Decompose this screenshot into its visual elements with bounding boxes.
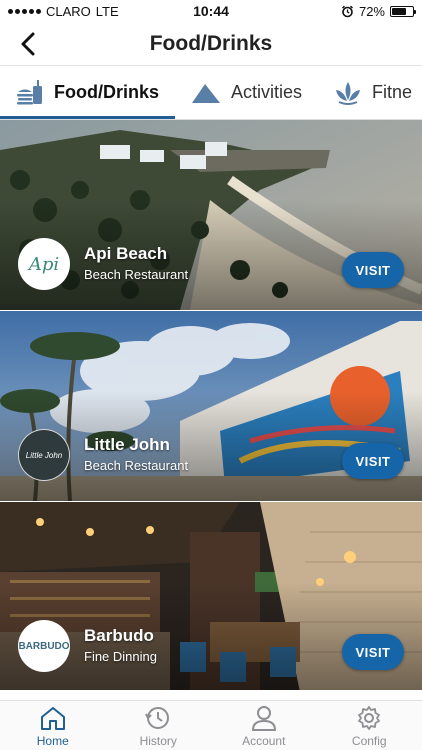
tabbar-label: Config <box>351 734 387 748</box>
status-left: CLARO LTE <box>8 4 119 19</box>
visit-button[interactable]: VISIT <box>342 443 404 479</box>
tab-label: Food/Drinks <box>54 82 160 102</box>
account-icon <box>251 706 276 731</box>
card-text: Little John Beach Restaurant <box>84 435 188 473</box>
tabbar-history[interactable]: History <box>106 701 212 750</box>
status-right: 72% <box>341 3 416 19</box>
logo-text: BARBUDO <box>18 640 70 652</box>
battery-icon <box>390 5 416 17</box>
home-icon <box>40 707 65 730</box>
category-tabs: Food/Drinks Activities Fitne <box>0 66 422 120</box>
logo-text: Api <box>28 253 60 275</box>
restaurant-type: Beach Restaurant <box>84 458 189 473</box>
restaurant-name: Api Beach <box>84 244 168 263</box>
bottom-tab-bar: Home History Account Config <box>0 700 422 750</box>
logo-text: Little John <box>25 450 63 460</box>
restaurant-list: Api Api Beach Beach Restaurant VISIT Lit… <box>0 120 422 690</box>
lotus-icon <box>334 80 362 106</box>
battery-percent: 72% <box>358 3 385 19</box>
restaurant-card-barbudo[interactable]: BARBUDO Barbudo Fine Dinning VISIT <box>0 502 422 690</box>
carrier-label: CLARO <box>46 3 91 19</box>
visit-button[interactable]: VISIT <box>342 634 404 670</box>
tabbar-home[interactable]: Home <box>0 701 106 750</box>
battery-level <box>392 7 407 15</box>
tab-activities[interactable]: Activities <box>175 66 318 119</box>
restaurant-type: Fine Dinning <box>84 649 157 664</box>
food-drink-icon <box>16 79 44 106</box>
status-bar: CLARO LTE 10:44 72% <box>0 0 422 22</box>
card-text: Api Beach Beach Restaurant <box>84 244 188 282</box>
tabbar-config[interactable]: Config <box>317 701 422 750</box>
visit-button[interactable]: VISIT <box>342 252 404 288</box>
chevron-left-icon <box>21 32 35 56</box>
tabbar-label: Account <box>242 734 286 748</box>
tab-food-drinks[interactable]: Food/Drinks <box>0 66 176 119</box>
tab-label: Fitne <box>372 82 413 102</box>
api-beach-logo: Api <box>18 238 70 290</box>
barbudo-logo: BARBUDO <box>18 620 70 672</box>
tab-label: Activities <box>231 82 303 102</box>
tab-fitness[interactable]: Fitne <box>318 66 422 119</box>
restaurant-name: Barbudo <box>84 626 154 645</box>
signal-icon <box>8 8 41 14</box>
page-title: Food/Drinks <box>149 31 273 55</box>
restaurant-card-api-beach[interactable]: Api Api Beach Beach Restaurant VISIT <box>0 120 422 310</box>
tabbar-account[interactable]: Account <box>211 701 317 750</box>
history-icon <box>145 707 170 729</box>
gear-icon <box>358 706 381 730</box>
little-john-logo: Little John <box>18 429 70 481</box>
restaurant-name: Little John <box>84 435 170 454</box>
back-button[interactable] <box>14 28 42 60</box>
card-text: Barbudo Fine Dinning <box>84 626 157 664</box>
network-label: LTE <box>95 3 119 19</box>
restaurant-card-little-john[interactable]: Little John Little John Beach Restaurant… <box>0 311 422 501</box>
restaurant-type: Beach Restaurant <box>84 267 189 282</box>
tabbar-label: Home <box>36 734 69 748</box>
mountain-icon <box>191 82 221 104</box>
tabbar-label: History <box>139 734 177 748</box>
navigation-bar: Food/Drinks <box>0 22 422 66</box>
alarm-icon <box>341 5 353 17</box>
